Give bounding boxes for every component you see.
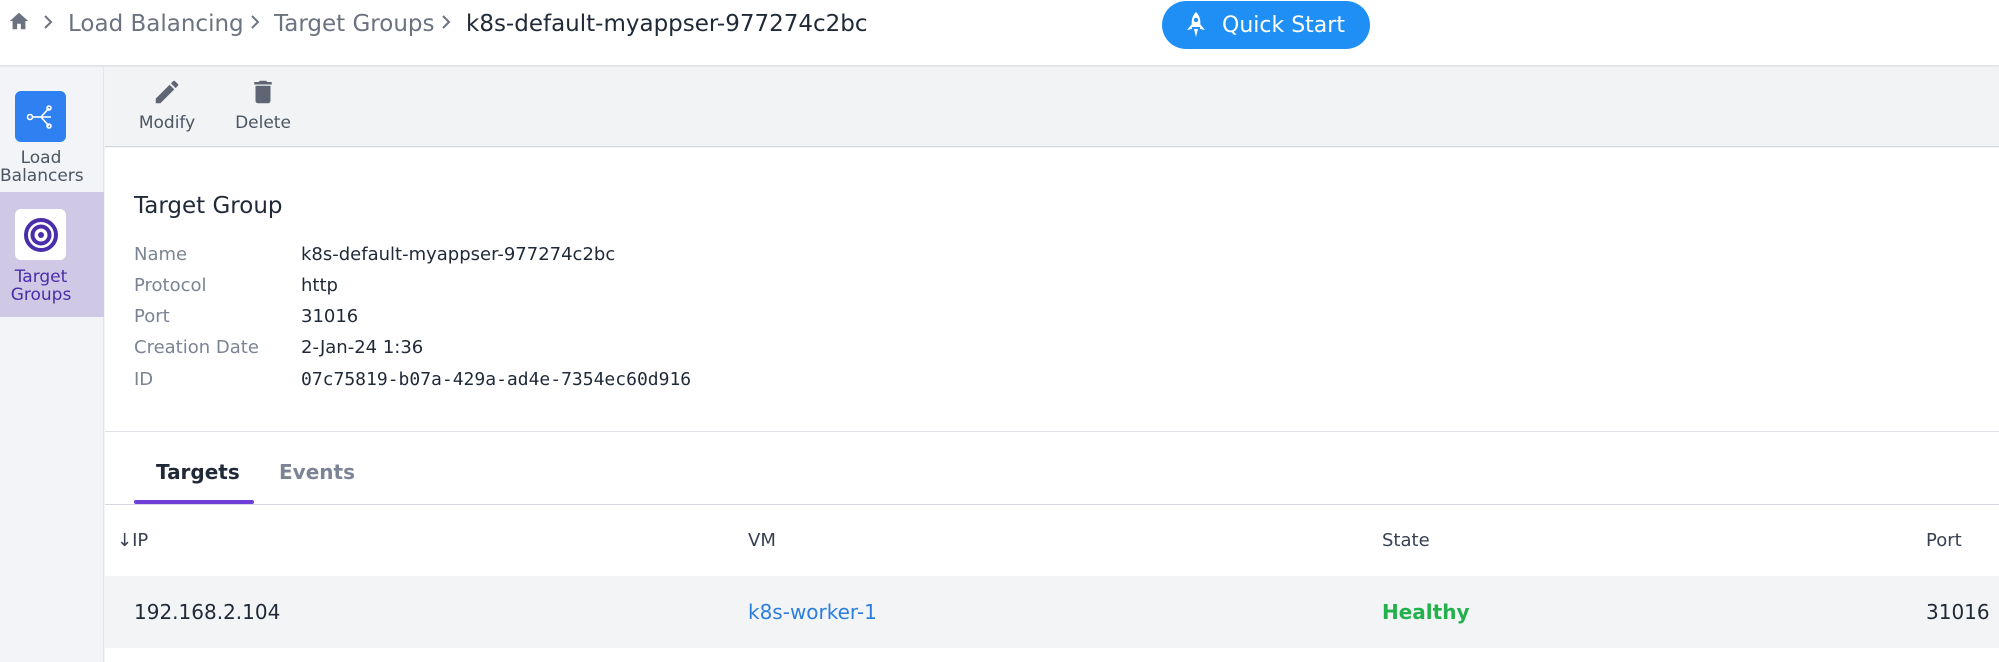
chevron-right-icon [44,15,53,29]
chevron-right-icon [251,15,260,29]
home-icon[interactable] [8,10,30,32]
sidebar: Load Balancers Target Groups [0,67,104,662]
column-header-ip[interactable]: ↓IP [117,530,148,551]
sidebar-label-load-balancers: Load Balancers [0,148,84,186]
tabs-divider [105,504,1999,505]
sidebar-item-target-groups[interactable]: Target Groups [0,192,104,317]
delete-button[interactable]: Delete [223,73,303,133]
field-label-id: ID [134,369,154,390]
sidebar-label-target-groups: Target Groups [10,267,72,305]
load-balancer-icon [15,91,66,142]
modify-button[interactable]: Modify [127,73,207,133]
field-value-id: 07c75819-b07a-429a-ad4e-7354ec60d916 [301,369,692,390]
table-row[interactable] [105,576,1999,648]
vm-link[interactable]: k8s-worker-1 [748,600,877,624]
top-bar: Load Balancing Target Groups k8s-default… [0,0,1999,66]
trash-icon [254,80,272,104]
field-label-port: Port [134,306,170,327]
tab-events[interactable]: Events [279,460,355,484]
column-header-vm[interactable]: VM [748,530,776,551]
sort-down-icon: ↓ [117,530,133,551]
cell-ip: 192.168.2.104 [134,600,281,624]
field-label-name: Name [134,244,188,265]
column-header-state[interactable]: State [1382,530,1430,551]
main-content: Target Group Name k8s-default-myappser-9… [105,148,1999,662]
toolbar: Modify Delete [105,67,1999,147]
pencil-icon [155,80,179,104]
field-value-creation-date: 2-Jan-24 1:36 [301,337,424,358]
status-badge: Healthy [1382,600,1470,624]
breadcrumb-target-groups[interactable]: Target Groups [274,9,434,39]
sidebar-item-load-balancers[interactable]: Load Balancers [0,67,104,191]
target-icon [15,209,66,260]
field-value-protocol: http [301,275,338,296]
tab-targets[interactable]: Targets [156,460,240,484]
breadcrumb-load-balancing[interactable]: Load Balancing [68,9,244,39]
quick-start-label: Quick Start [1222,12,1345,38]
rocket-icon [1187,12,1205,37]
delete-label: Delete [235,113,291,133]
breadcrumb-current: k8s-default-myappser-977274c2bc [466,11,868,37]
column-header-port[interactable]: Port [1926,530,1962,551]
field-label-protocol: Protocol [134,275,207,296]
field-value-port: 31016 [301,306,359,327]
field-value-name: k8s-default-myappser-977274c2bc [301,244,616,265]
quick-start-button[interactable]: Quick Start [1162,1,1370,49]
chevron-right-icon [442,15,451,29]
cell-port: 31016 [1926,600,1990,624]
field-label-creation-date: Creation Date [134,337,259,358]
section-divider [105,431,1999,432]
section-title: Target Group [134,193,283,219]
modify-label: Modify [138,113,196,133]
